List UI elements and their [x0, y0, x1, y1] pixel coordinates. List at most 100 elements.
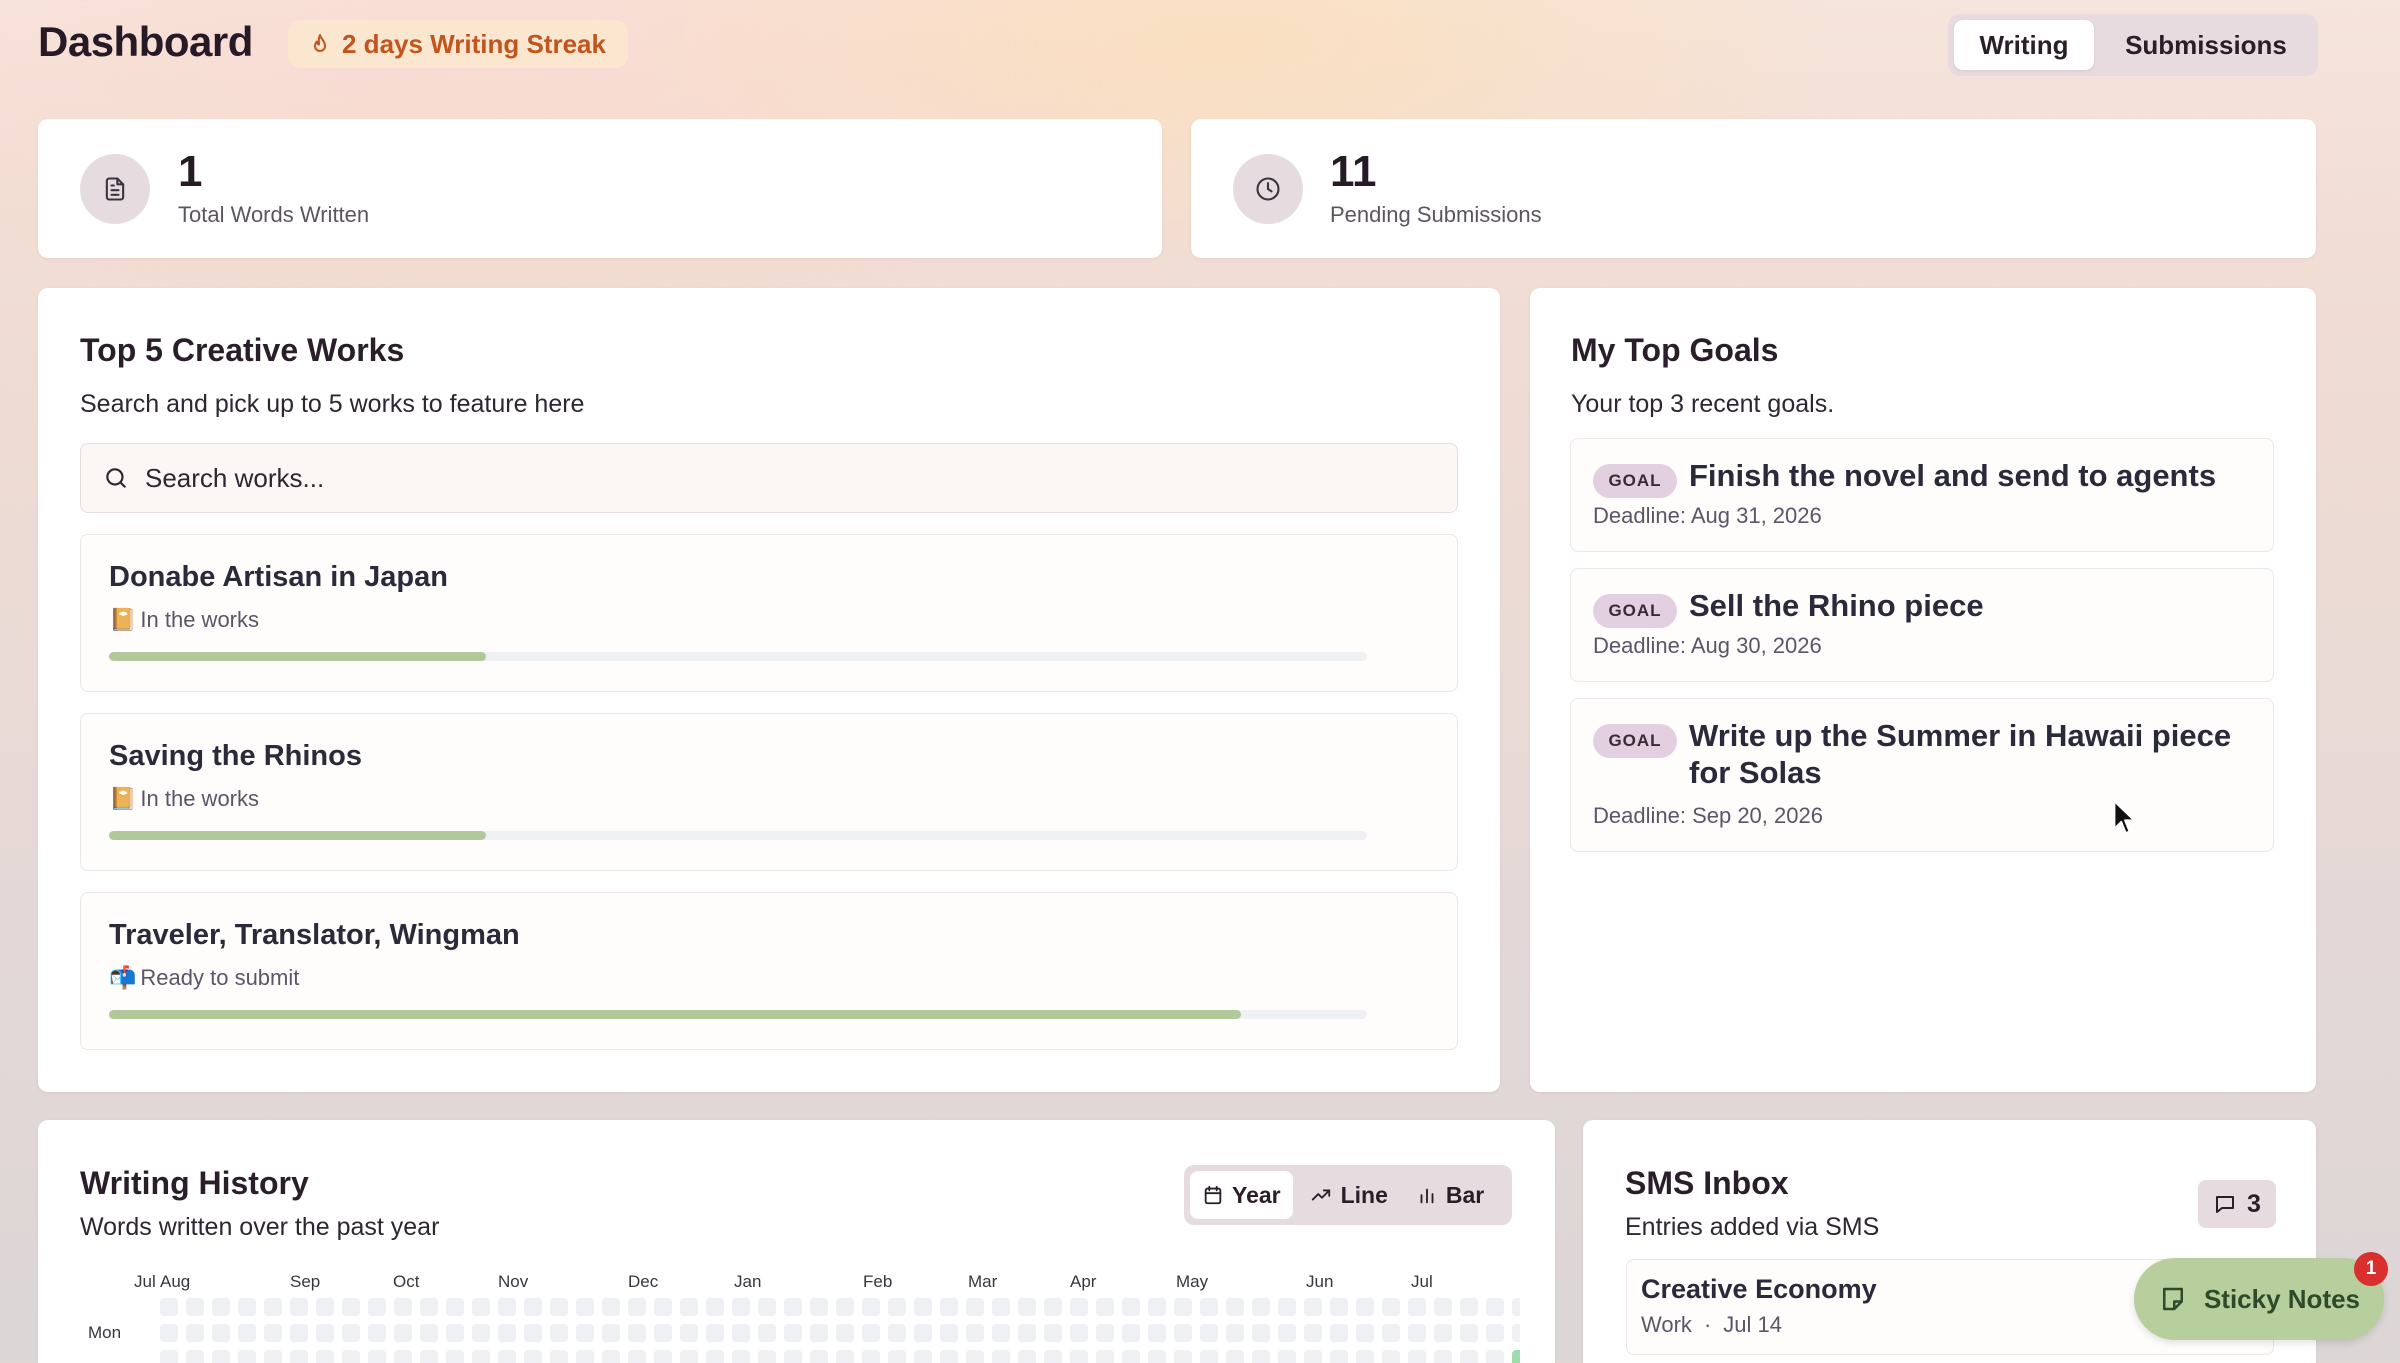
month-label: Sep [290, 1272, 321, 1291]
heatmap-cell [524, 1324, 542, 1342]
heatmap-cell [446, 1324, 464, 1342]
heatmap-cell [1434, 1298, 1452, 1316]
bar-chart-icon [1420, 1188, 1434, 1204]
heatmap-cell [472, 1324, 490, 1342]
heatmap-cell [316, 1324, 334, 1342]
view-line-button[interactable]: Line [1297, 1171, 1400, 1219]
work-item[interactable]: Saving the Rhinos 📔 In the works [80, 713, 1458, 871]
heatmap-cell [1304, 1298, 1322, 1316]
heatmap-cell [966, 1350, 984, 1363]
heatmap-cell [1512, 1298, 1520, 1316]
search-placeholder: Search works... [145, 462, 325, 493]
document-icon [105, 177, 125, 201]
month-label: May [1176, 1272, 1209, 1291]
heatmap-cell [940, 1298, 958, 1316]
heatmap-cell [836, 1324, 854, 1342]
sms-entry-title: Creative Economy [1641, 1274, 1877, 1304]
heatmap-cell [862, 1324, 880, 1342]
heatmap-cell [1070, 1350, 1088, 1363]
trend-icon [1311, 1189, 1330, 1201]
heatmap-cell [498, 1298, 516, 1316]
heatmap-cell [472, 1298, 490, 1316]
heatmap-cell [212, 1350, 230, 1363]
page-title: Dashboard [38, 18, 253, 65]
heatmap-cell [836, 1298, 854, 1316]
tab-writing[interactable]: Writing [1954, 20, 2094, 70]
heatmap-cell [1486, 1324, 1504, 1342]
heatmap-cell [290, 1298, 308, 1316]
clock-icon [1256, 177, 1280, 201]
goal-item[interactable]: GOAL Write up the Summer in Hawaii piece… [1570, 698, 2274, 852]
heatmap-cell [1382, 1298, 1400, 1316]
stat-value: 1 [178, 147, 203, 196]
heatmap-cell [628, 1350, 646, 1363]
heatmap-cell [550, 1298, 568, 1316]
notification-badge: 1 [2354, 1252, 2388, 1286]
heatmap-cell [264, 1324, 282, 1342]
flame-icon [314, 34, 326, 52]
heatmap-cell [368, 1324, 386, 1342]
heatmap-cell [524, 1350, 542, 1363]
sms-count-badge[interactable]: 3 [2198, 1180, 2276, 1228]
heatmap-cell [1304, 1350, 1322, 1363]
view-bar-button[interactable]: Bar [1404, 1171, 1496, 1219]
heatmap-cell [550, 1324, 568, 1342]
heatmap-cell [628, 1298, 646, 1316]
sticky-notes-button[interactable]: Sticky Notes [2134, 1258, 2384, 1340]
heatmap-cell [914, 1298, 932, 1316]
heatmap-cell [1044, 1324, 1062, 1342]
goal-item[interactable]: GOAL Sell the Rhino piece Deadline: Aug … [1570, 568, 2274, 682]
heatmap-cell [966, 1324, 984, 1342]
work-item[interactable]: Donabe Artisan in Japan 📔 In the works [80, 534, 1458, 692]
day-label: Mon [88, 1323, 122, 1342]
sms-title: SMS Inbox [1625, 1165, 1789, 1201]
streak-text: 2 days Writing Streak [342, 28, 606, 59]
goal-item[interactable]: GOAL Finish the novel and send to agents… [1570, 438, 2274, 552]
heatmap-cell [1226, 1298, 1244, 1316]
work-status: 📬 Ready to submit [109, 965, 300, 990]
heatmap-cell [1460, 1298, 1478, 1316]
heatmap-cell [420, 1298, 438, 1316]
heatmap-cell [992, 1324, 1010, 1342]
heatmap-cell [576, 1324, 594, 1342]
month-label: Jul [134, 1272, 156, 1291]
progress-fill [109, 1010, 1242, 1019]
heatmap-cell [680, 1324, 698, 1342]
heatmap-cell [1434, 1350, 1452, 1363]
heatmap-cell [238, 1350, 256, 1363]
history-title: Writing History [80, 1165, 309, 1201]
heatmap-cell [1278, 1350, 1296, 1363]
heatmap-cell [784, 1298, 802, 1316]
tab-submissions[interactable]: Submissions [2100, 20, 2312, 70]
progress-bar [109, 652, 1367, 661]
work-item[interactable]: Traveler, Translator, Wingman 📬 Ready to… [80, 892, 1458, 1050]
works-search-input[interactable]: Search works... [80, 443, 1458, 513]
progress-fill [109, 831, 487, 840]
heatmap-cell [628, 1324, 646, 1342]
goal-deadline: Deadline: Aug 31, 2026 [1593, 503, 1822, 528]
goal-badge: GOAL [1593, 724, 1677, 758]
activity-heatmap [160, 1298, 1520, 1363]
heatmap-cell [420, 1350, 438, 1363]
goals-title: My Top Goals [1571, 332, 1779, 368]
heatmap-cell [862, 1350, 880, 1363]
heatmap-cell [1460, 1350, 1478, 1363]
heatmap-cell [1200, 1324, 1218, 1342]
view-year-button[interactable]: Year [1190, 1171, 1293, 1219]
heatmap-cell [316, 1350, 334, 1363]
heatmap-cell [316, 1298, 334, 1316]
heatmap-cell [1018, 1350, 1036, 1363]
heatmap-cell [498, 1324, 516, 1342]
progress-bar [109, 831, 1367, 840]
heatmap-cell [888, 1350, 906, 1363]
heatmap-cell [1330, 1350, 1348, 1363]
heatmap-cell [1512, 1324, 1520, 1342]
heatmap-cell [446, 1298, 464, 1316]
month-label: Jul [1411, 1272, 1433, 1291]
heatmap-cell [238, 1324, 256, 1342]
heatmap-cell [550, 1350, 568, 1363]
heatmap-cell [1434, 1324, 1452, 1342]
heatmap-cell [810, 1350, 828, 1363]
heatmap-cell [1330, 1298, 1348, 1316]
heatmap-cell [446, 1350, 464, 1363]
